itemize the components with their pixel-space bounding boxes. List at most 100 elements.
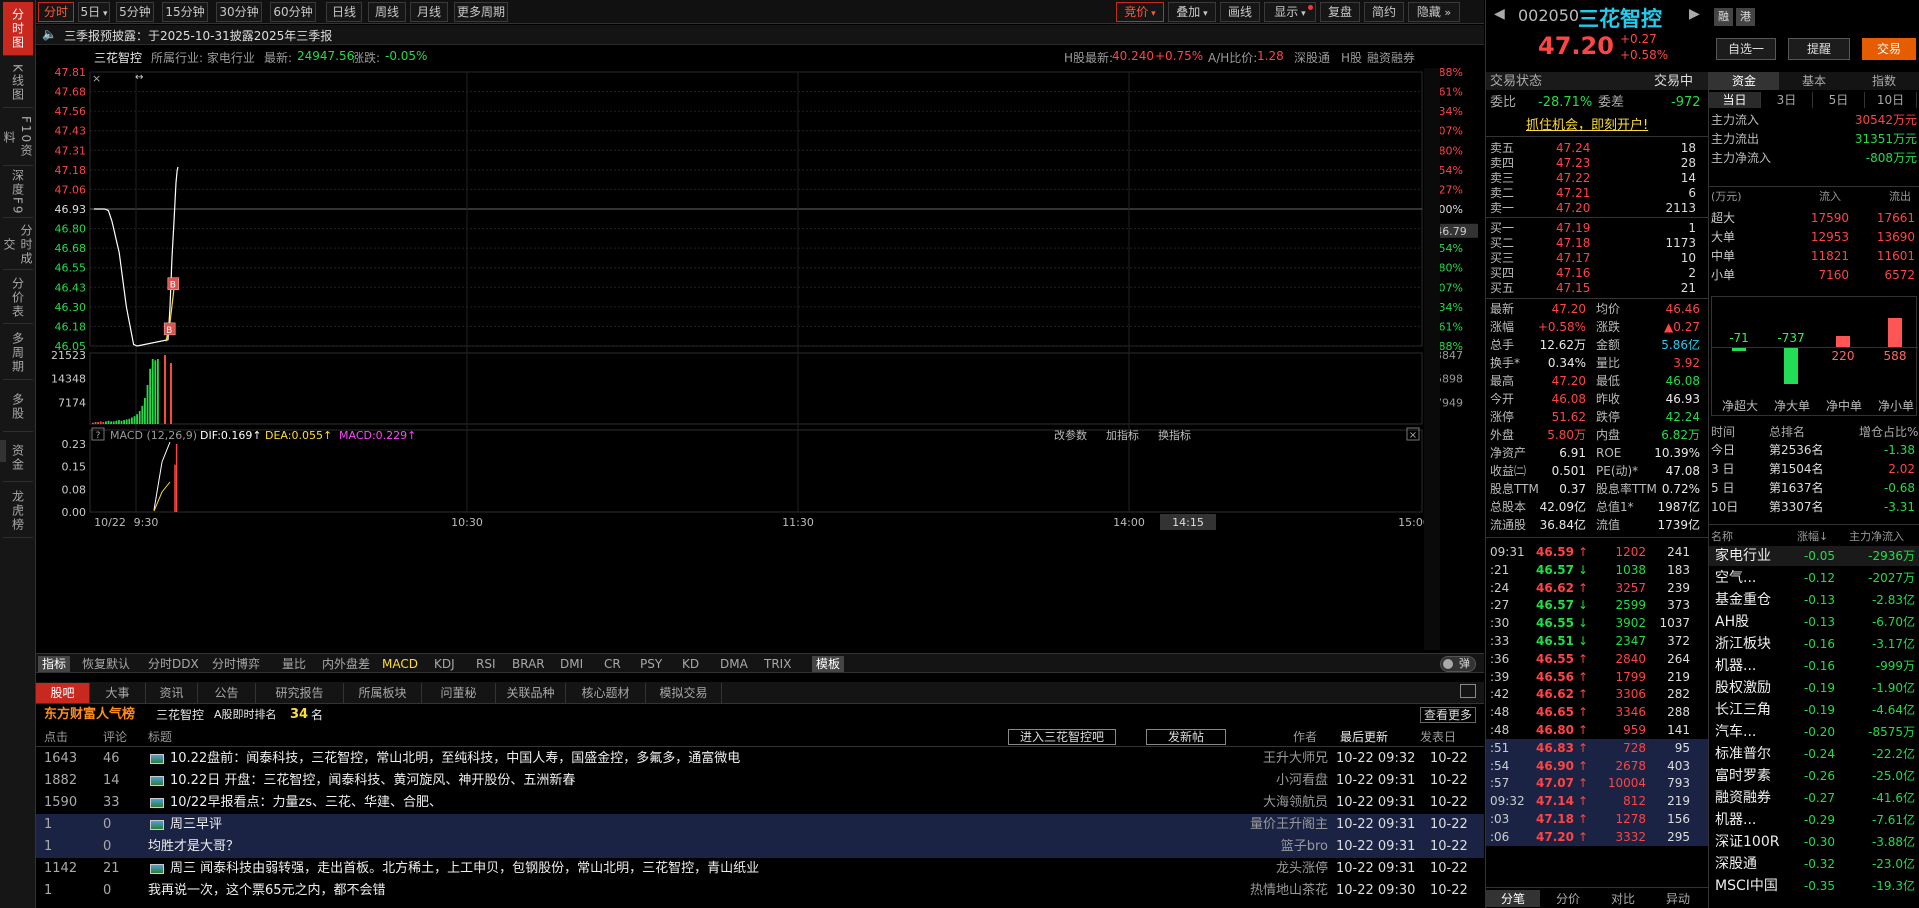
quote-btn-1[interactable]: 提醒 — [1788, 38, 1850, 60]
indicator-tab-13[interactable]: KD — [682, 656, 699, 672]
tool-0-button[interactable]: 竞价 ▾ — [1116, 2, 1164, 22]
sidebar-tab-9[interactable]: 龙虎榜 — [3, 484, 33, 538]
indicator-tab-4[interactable]: 量比 — [282, 656, 306, 672]
post-title[interactable]: 我再说一次，这个票65元之内，都不会错 — [148, 880, 386, 902]
indicator-tab-6[interactable]: MACD — [382, 656, 418, 672]
indicator-tab-12[interactable]: PSY — [640, 656, 662, 672]
quote-btn-2[interactable]: 交易 — [1862, 38, 1916, 60]
tool-6-button[interactable]: 隐藏 » — [1408, 2, 1460, 22]
indicator-tab-5[interactable]: 内外盘差 — [322, 656, 370, 672]
sector-header-1[interactable]: 涨幅↓ — [1797, 528, 1828, 545]
enter-bar-button[interactable]: 进入三花智控吧 — [1008, 729, 1116, 745]
post-title[interactable]: 周三 闻泰科技由弱转强，走出首板。北方稀土，上工申贝，包钢股份，常山北明，三花智… — [170, 858, 759, 880]
funds-period-2[interactable]: 5日 — [1813, 92, 1865, 108]
tool-2-button[interactable]: 画线 — [1220, 2, 1260, 22]
indicator-tab-8[interactable]: RSI — [476, 656, 496, 672]
sector-header-2[interactable]: 主力净流入 — [1849, 528, 1904, 545]
funds-period-3[interactable]: 10日 — [1865, 92, 1917, 108]
post-author[interactable]: 龙头涨停 — [1236, 858, 1328, 880]
post-author[interactable]: 篮子bro — [1236, 836, 1328, 858]
popup-toggle[interactable]: 弹 — [1440, 656, 1476, 672]
sector-name[interactable]: 标准普尔 — [1715, 746, 1771, 763]
post-author[interactable]: 热情地山茶花 — [1236, 880, 1328, 902]
collapse-left-icon[interactable] — [0, 440, 6, 462]
indicator-tab-10[interactable]: DMI — [560, 656, 583, 672]
sector-name[interactable]: 长江三角 — [1715, 702, 1771, 719]
tool-3-button[interactable]: 显示 ▾ — [1264, 2, 1316, 22]
sector-name[interactable]: 深证100R — [1715, 834, 1779, 851]
guba-tab-3[interactable]: 公告 — [198, 683, 256, 703]
link-margin[interactable]: 融资融券 — [1367, 49, 1415, 66]
post-title[interactable]: 周三早评 — [170, 814, 222, 836]
tick-tab-1[interactable]: 分价 — [1541, 890, 1595, 907]
macd-action-1[interactable]: 加指标 — [1106, 428, 1139, 442]
funds-tab-1[interactable]: 基本 — [1779, 72, 1849, 90]
sector-name[interactable]: 基金重仓 — [1715, 592, 1771, 609]
header-date[interactable]: 发表日 — [1420, 727, 1456, 747]
period-4-button[interactable]: 30分钟 — [216, 2, 262, 22]
macd-action-0[interactable]: 改参数 — [1054, 428, 1087, 442]
indicator-tab-2[interactable]: 分时DDX — [148, 656, 199, 672]
period-3-button[interactable]: 15分钟 — [162, 2, 208, 22]
post-row[interactable]: 1 0 均胜才是大哥？ 篮子bro 10-22 09:31 10-22 — [36, 836, 1484, 858]
post-title[interactable]: 10.22日 开盘：三花智控，闻泰科技、黄河旋风、神开股份、五洲新春 — [170, 770, 575, 792]
post-row[interactable]: 1 0 周三早评 量价王升阁主 10-22 09:31 10-22 — [36, 814, 1484, 836]
sector-name[interactable]: 汽车... — [1715, 724, 1756, 741]
sector-name[interactable]: AH股 — [1715, 614, 1749, 631]
guba-tab-6[interactable]: 问董秘 — [422, 683, 496, 703]
post-author[interactable]: 大海领航员 — [1236, 792, 1328, 814]
tick-tab-3[interactable]: 异动 — [1651, 890, 1705, 907]
tool-5-button[interactable]: 简约 — [1364, 2, 1404, 22]
guba-tab-7[interactable]: 关联品种 — [496, 683, 566, 703]
indicator-tab-1[interactable]: 恢复默认 — [82, 656, 130, 672]
guba-tab-4[interactable]: 研究报告 — [256, 683, 344, 703]
new-post-button[interactable]: 发新帖 — [1146, 729, 1226, 745]
indicator-tab-3[interactable]: 分时博弈 — [212, 656, 260, 672]
sector-header-0[interactable]: 名称 — [1711, 528, 1733, 545]
sidebar-tab-6[interactable]: 多周期 — [3, 326, 33, 380]
sector-name[interactable]: 富时罗素 — [1715, 768, 1771, 785]
guba-tab-9[interactable]: 模拟交易 — [646, 683, 722, 703]
period-0-button[interactable]: 分时 — [38, 2, 74, 22]
sidebar-tab-2[interactable]: F10资料 — [2, 110, 33, 166]
sidebar-tab-0[interactable]: 分时图 — [3, 2, 33, 56]
period-6-button[interactable]: 日线 — [326, 2, 362, 22]
sidebar-tab-3[interactable]: 深度F9 — [3, 168, 33, 218]
period-1-button[interactable]: 5日 ▾ — [78, 2, 110, 22]
nav-prev-icon[interactable]: ◀ — [1494, 6, 1505, 22]
tick-tab-0[interactable]: 分笔 — [1486, 890, 1540, 907]
indicator-tab-16[interactable]: 模板 — [812, 656, 845, 672]
link-h-share[interactable]: H股 — [1341, 49, 1362, 66]
post-row[interactable]: 1590 33 10/22早报看点：力量zs、三花、华建、合肥、 大海领航员 10-22… — [36, 792, 1484, 814]
period-7-button[interactable]: 周线 — [368, 2, 406, 22]
sector-name[interactable]: 机器... — [1715, 812, 1756, 829]
sidebar-tab-1[interactable]: K线图 — [3, 58, 33, 108]
guba-tab-5[interactable]: 所属板块 — [344, 683, 422, 703]
open-account-link[interactable]: 抓住机会，即刻开户! — [1526, 117, 1648, 134]
indicator-tab-15[interactable]: TRIX — [764, 656, 791, 672]
sector-name[interactable]: 机器... — [1715, 658, 1756, 675]
guba-tab-1[interactable]: 大事 — [90, 683, 146, 703]
sidebar-tab-8[interactable]: 资金 — [3, 434, 33, 482]
tool-4-button[interactable]: 复盘 — [1320, 2, 1360, 22]
sidebar-tab-4[interactable]: 分时成交 — [2, 220, 33, 270]
more-button[interactable]: 查看更多 — [1420, 707, 1477, 723]
window-icon[interactable] — [1460, 684, 1476, 698]
header-updated[interactable]: 最后更新 — [1340, 727, 1388, 747]
post-row[interactable]: 1142 21 周三 闻泰科技由弱转强，走出首板。北方稀土，上工申贝，包钢股份，常山… — [36, 858, 1484, 880]
period-2-button[interactable]: 5分钟 — [116, 2, 154, 22]
sector-name[interactable]: 家电行业 — [1715, 548, 1771, 565]
post-row[interactable]: 1643 46 10.22盘前：闻泰科技，三花智控，常山北明，至纯科技，中国人寿，国… — [36, 748, 1484, 770]
guba-tab-0[interactable]: 股吧 — [36, 683, 90, 703]
sector-name[interactable]: MSCI中国 — [1715, 878, 1778, 895]
post-author[interactable]: 小河看盘 — [1236, 770, 1328, 792]
news-text[interactable]: 三季报预披露：于2025-10-31披露2025年三季报 — [64, 27, 332, 44]
period-5-button[interactable]: 60分钟 — [270, 2, 316, 22]
hk-icon[interactable]: 港 — [1736, 8, 1755, 26]
post-title[interactable]: 均胜才是大哥？ — [148, 836, 239, 858]
indicator-tab-9[interactable]: BRAR — [512, 656, 545, 672]
macd-action-2[interactable]: 换指标 — [1158, 428, 1191, 442]
sector-name[interactable]: 空气... — [1715, 570, 1756, 587]
funds-period-0[interactable]: 当日 — [1709, 92, 1761, 108]
post-author[interactable]: 王升大师兄 — [1236, 748, 1328, 770]
